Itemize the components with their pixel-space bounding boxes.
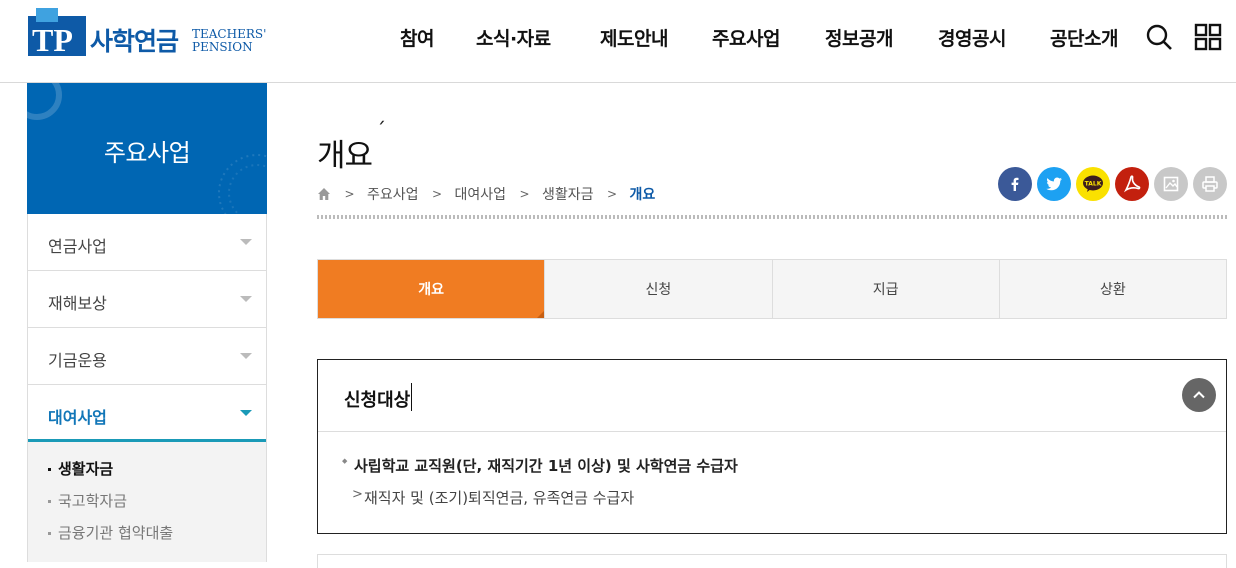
facebook-icon[interactable]: [998, 167, 1032, 201]
nav-management-disclosure[interactable]: 경영공시: [938, 24, 1006, 51]
chevron-down-icon: [240, 296, 252, 302]
accordion-header[interactable]: 신청대상: [318, 360, 1226, 432]
tab-overview[interactable]: 개요: [318, 260, 546, 318]
section-title: 신청대상: [344, 390, 411, 411]
eligibility-main: 사립학교 교직원(단, 재직기간 1년 이상) 및 사학연금 수급자: [342, 455, 738, 487]
sidebar-item-pension[interactable]: 연금사업: [28, 214, 266, 271]
sidebar-menu: 연금사업 재해보상 기금운용 대여사업 생활자금 국고학자금 금융기관 협약대출: [27, 214, 267, 562]
sidebar-item-fund-management[interactable]: 기금운용: [28, 328, 266, 385]
accordion-next[interactable]: [317, 554, 1227, 568]
sidebar-subitem-living-fund[interactable]: 생활자금: [48, 458, 266, 490]
breadcrumb-living-fund[interactable]: 생활자금: [542, 184, 594, 204]
sidebar-header: 주요사업: [27, 83, 267, 214]
breadcrumb: > 주요사업 > 대여사업 > 생활자금 > 개요: [317, 184, 655, 204]
sidebar-item-loan-business[interactable]: 대여사업: [28, 385, 266, 442]
nav-news-materials[interactable]: 소식·자료: [476, 24, 551, 51]
grid-menu-icon[interactable]: [1193, 22, 1223, 52]
site-logo[interactable]: TP 사학연금 TEACHERS' PENSION: [28, 8, 268, 60]
nav-information-disclosure[interactable]: 정보공개: [825, 24, 893, 51]
text-cursor: [411, 383, 412, 411]
chevron-down-icon: [240, 410, 252, 416]
sidebar-item-accident-compensation[interactable]: 재해보상: [28, 271, 266, 328]
eligibility-sub: 재직자 및 (조기)퇴직연금, 유족연금 수급자: [342, 487, 738, 508]
logo-english: TEACHERS' PENSION: [192, 28, 266, 54]
page-title: 개요: [317, 138, 373, 174]
svg-text:TP: TP: [32, 22, 73, 56]
chevron-down-icon: [240, 239, 252, 245]
tab-repayment[interactable]: 상환: [999, 260, 1226, 318]
breadcrumb-loan-business[interactable]: 대여사업: [454, 184, 506, 204]
breadcrumb-current: 개요: [629, 187, 656, 203]
sidebar-item-label: 대여사업: [48, 408, 107, 427]
logo-name: 사학연금: [90, 27, 179, 56]
chevron-right-icon: >: [519, 187, 530, 201]
tab-payment[interactable]: 지급: [772, 260, 1000, 318]
nav-about[interactable]: 공단소개: [1050, 24, 1118, 51]
sidebar-item-label: 기금운용: [48, 351, 107, 370]
nav-main-business[interactable]: 주요사업: [712, 24, 780, 51]
sidebar-subitem-bank-agreement-loan[interactable]: 금융기관 협약대출: [48, 522, 266, 554]
chevron-right-icon: >: [344, 187, 355, 201]
chevron-right-icon: >: [431, 187, 443, 201]
image-icon[interactable]: [1154, 167, 1188, 201]
search-icon[interactable]: [1144, 22, 1174, 52]
print-icon[interactable]: [1193, 167, 1227, 201]
chevron-down-icon: [240, 353, 252, 359]
divider: [317, 215, 1227, 219]
sidebar: 주요사업 연금사업 재해보상 기금운용 대여사업 생활자금 국고학자금 금융기관…: [27, 83, 267, 568]
sidebar-subitem-student-loan[interactable]: 국고학자금: [48, 490, 266, 522]
title-mark: ˊ: [376, 118, 386, 142]
content-tabs: 개요 신청 지급 상환: [317, 259, 1227, 319]
logo-mark-icon: TP: [28, 8, 86, 56]
nav-participation[interactable]: 참여: [400, 24, 434, 51]
site-header: TP 사학연금 TEACHERS' PENSION 참여 소식·자료 제도안내 …: [0, 0, 1236, 83]
pdf-icon[interactable]: [1115, 167, 1149, 201]
collapse-button[interactable]: [1182, 378, 1216, 412]
breadcrumb-main-business[interactable]: 주요사업: [367, 184, 419, 204]
chevron-right-icon: >: [606, 187, 618, 201]
sidebar-title: 주요사업: [103, 139, 191, 167]
nav-system-guide[interactable]: 제도안내: [600, 24, 668, 51]
sidebar-item-label: 재해보상: [48, 294, 107, 313]
accordion-body: 사립학교 교직원(단, 재직기간 1년 이상) 및 사학연금 수급자 재직자 및…: [342, 455, 738, 508]
sidebar-submenu: 생활자금 국고학자금 금융기관 협약대출: [28, 442, 266, 562]
sidebar-item-label: 연금사업: [48, 237, 107, 256]
home-icon[interactable]: [317, 187, 331, 201]
kakaotalk-label: TALK: [1085, 181, 1102, 188]
logo-english-line2: PENSION: [192, 40, 253, 54]
accordion-eligibility: 신청대상 사립학교 교직원(단, 재직기간 1년 이상) 및 사학연금 수급자 …: [317, 359, 1227, 534]
kakaotalk-icon[interactable]: TALK: [1076, 167, 1110, 201]
chevron-up-icon: [1193, 391, 1205, 399]
tab-application[interactable]: 신청: [545, 260, 773, 318]
twitter-icon[interactable]: [1037, 167, 1071, 201]
